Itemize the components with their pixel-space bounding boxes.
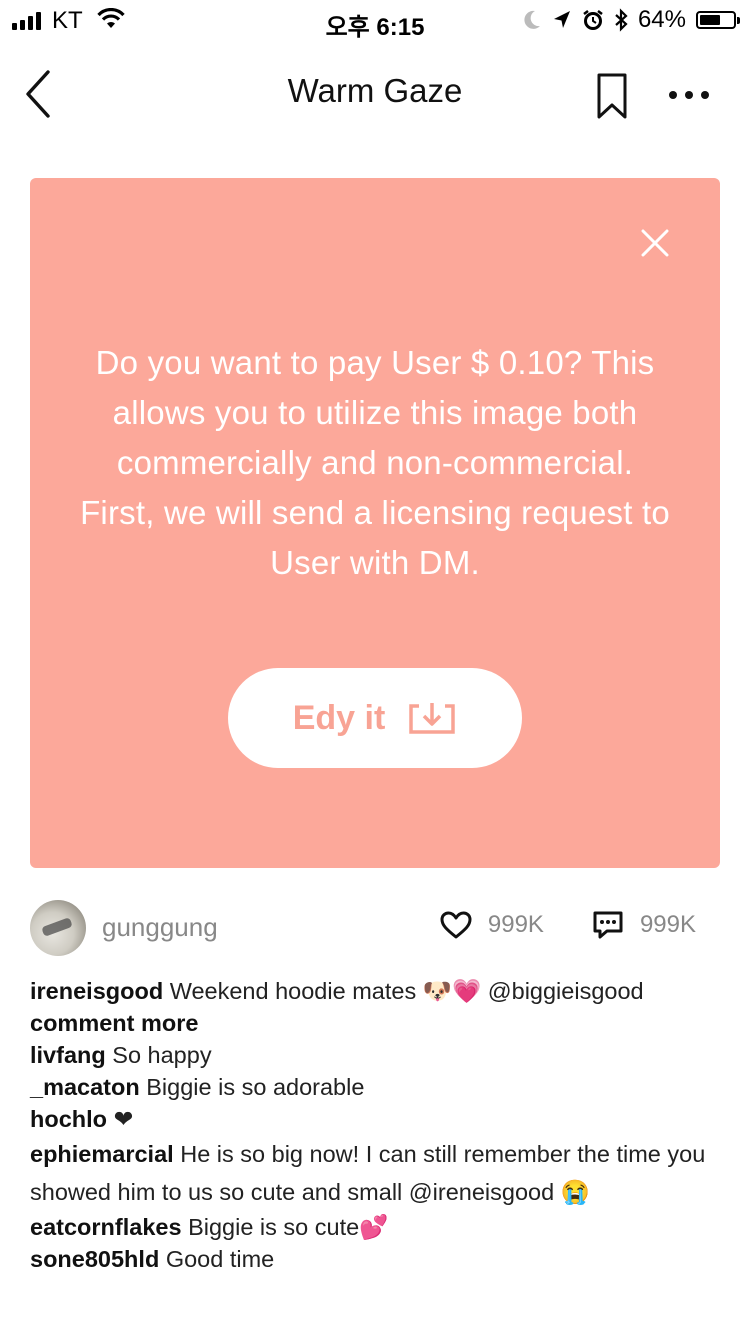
edy-it-button[interactable]: Edy it <box>228 668 522 768</box>
comment-user[interactable]: livfang <box>30 1042 106 1068</box>
comment-item: ephiemarcial He is so big now! I can sti… <box>30 1135 720 1211</box>
license-message: Do you want to pay User $ 0.10? This all… <box>80 344 670 581</box>
status-bar: KT 오후 6:15 64% <box>0 0 750 41</box>
comment-user[interactable]: ephiemarcial <box>30 1141 174 1167</box>
edy-it-label: Edy it <box>292 698 386 737</box>
comment-text: Biggie is so adorable <box>146 1074 365 1100</box>
status-right: 64% <box>522 6 740 34</box>
bookmark-icon[interactable] <box>596 72 628 120</box>
likes-count: 999K <box>487 911 544 938</box>
comment-user[interactable]: _macaton <box>30 1074 140 1100</box>
battery-icon <box>696 11 740 29</box>
location-icon <box>553 11 570 28</box>
post-author[interactable]: gunggung <box>102 912 218 943</box>
comment-item: livfang So happy <box>30 1039 720 1071</box>
comment-more-link[interactable]: comment more <box>30 1007 720 1039</box>
comment-list: ireneisgood Weekend hoodie mates 🐶💗 @big… <box>30 975 720 1275</box>
nav-bar: Warm Gaze <box>0 40 750 140</box>
bluetooth-icon <box>615 8 628 32</box>
post-meta: gunggung 999K 999K <box>30 898 720 958</box>
comment-text: So happy <box>112 1042 212 1068</box>
comment-text: ❤ <box>113 1106 134 1132</box>
avatar[interactable] <box>30 900 86 956</box>
comment-text: Biggie is so cute💕 <box>188 1214 389 1240</box>
comment-item: hochlo ❤ <box>30 1103 720 1135</box>
comment-icon[interactable] <box>592 910 624 940</box>
comment-user[interactable]: sone805hld <box>30 1246 159 1272</box>
comment-item: sone805hld Good time <box>30 1243 720 1275</box>
comment-user[interactable]: hochlo <box>30 1106 107 1132</box>
post-stats: 999K 999K <box>440 910 696 940</box>
comment-text: Weekend hoodie mates 🐶💗 @biggieisgood <box>169 978 644 1004</box>
comments-count: 999K <box>639 911 696 938</box>
comment-item: eatcornflakes Biggie is so cute💕 <box>30 1211 720 1243</box>
comment-item: ireneisgood Weekend hoodie mates 🐶💗 @big… <box>30 975 720 1007</box>
more-icon[interactable] <box>664 80 714 110</box>
page-title: Warm Gaze <box>287 72 463 109</box>
battery-percent: 64% <box>637 6 686 33</box>
heart-icon[interactable] <box>440 910 472 940</box>
comment-item: _macaton Biggie is so adorable <box>30 1071 720 1103</box>
download-icon <box>409 703 456 734</box>
alarm-icon <box>583 10 603 30</box>
license-card: Do you want to pay User $ 0.10? This all… <box>30 178 720 868</box>
comment-user[interactable]: ireneisgood <box>30 978 163 1004</box>
close-icon[interactable] <box>640 228 670 258</box>
comment-text: Good time <box>165 1246 275 1272</box>
comment-user[interactable]: eatcornflakes <box>30 1214 182 1240</box>
moon-icon <box>524 10 540 29</box>
